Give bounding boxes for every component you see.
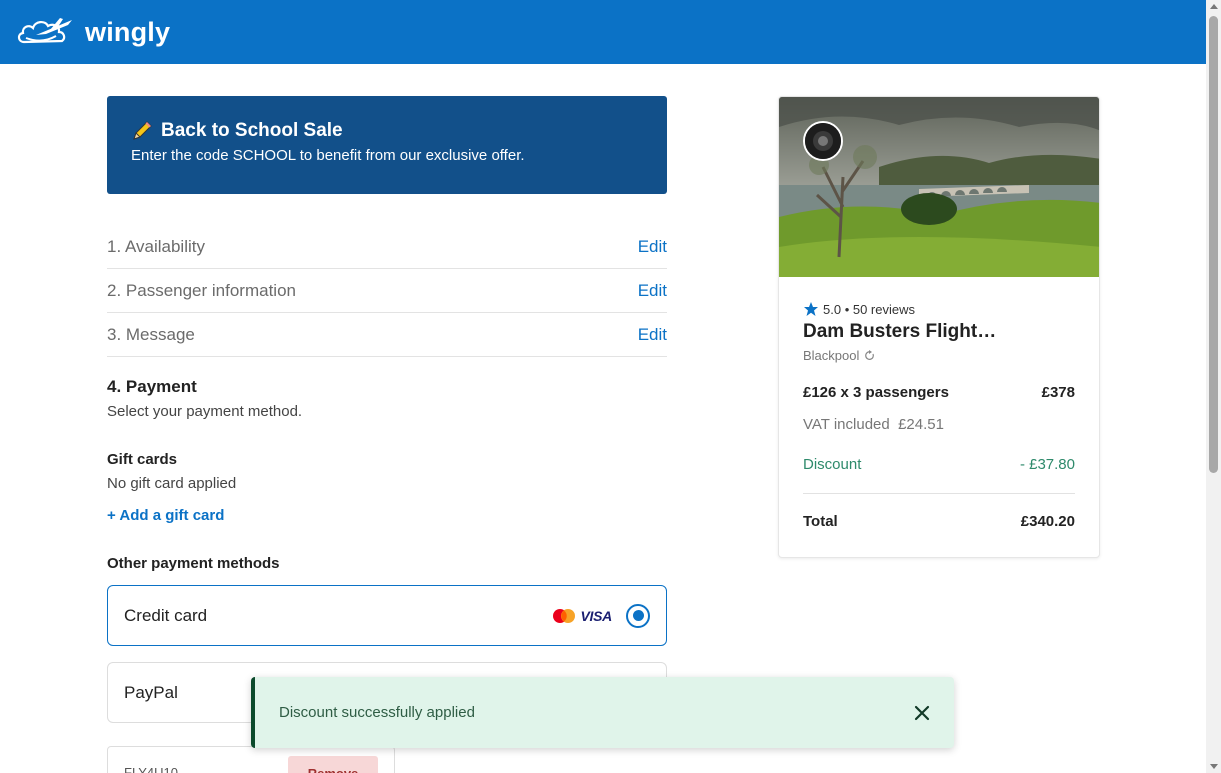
top-header: wingly xyxy=(0,0,1206,64)
pencil-icon xyxy=(133,121,152,140)
vat-line: VAT included £24.51 xyxy=(803,416,1075,433)
total-line: Total £340.20 xyxy=(803,513,1075,530)
edit-availability-link[interactable]: Edit xyxy=(638,237,667,257)
visa-logo: VISA xyxy=(580,607,613,624)
promo-text: Enter the code SCHOOL to benefit from ou… xyxy=(131,147,525,164)
price-line-label: £126 x 3 passengers xyxy=(803,384,949,401)
close-icon[interactable] xyxy=(914,705,930,721)
remove-code-button[interactable]: Remove xyxy=(288,756,378,773)
step-message: 3. Message Edit xyxy=(107,313,667,357)
scroll-up-arrow-icon[interactable] xyxy=(1210,4,1218,9)
star-icon xyxy=(804,302,818,316)
discount-label: Discount xyxy=(803,456,862,473)
flight-location: Blackpool xyxy=(803,348,875,363)
other-payment-methods-title: Other payment methods xyxy=(107,555,280,572)
step-label: 1. Availability xyxy=(107,236,205,256)
mastercard-icon xyxy=(552,608,575,623)
price-line-value: £378 xyxy=(1041,384,1075,401)
payment-subtitle: Select your payment method. xyxy=(107,403,303,420)
toast-message: Discount successfully applied xyxy=(279,704,475,721)
total-label: Total xyxy=(803,513,838,530)
payment-title: 4. Payment xyxy=(107,377,197,396)
gift-cards-title: Gift cards xyxy=(107,451,178,468)
location-label: Blackpool xyxy=(803,348,860,363)
success-toast: Discount successfully applied xyxy=(251,677,954,748)
scrollbar-thumb[interactable] xyxy=(1209,16,1218,473)
method-label: Credit card xyxy=(124,605,208,625)
promo-title: Back to School Sale xyxy=(161,120,343,141)
vat-label: VAT included xyxy=(803,416,890,433)
scroll-down-arrow-icon[interactable] xyxy=(1210,764,1218,769)
edit-message-link[interactable]: Edit xyxy=(638,325,667,345)
plane-cloud-logo[interactable] xyxy=(16,14,76,50)
card-logos: VISA xyxy=(552,608,612,624)
reviews-count[interactable]: 50 reviews xyxy=(853,302,915,317)
gift-cards-status: No gift card applied xyxy=(107,475,237,492)
credit-card-radio[interactable] xyxy=(626,603,650,628)
promo-banner: Back to School Sale Enter the code SCHOO… xyxy=(107,96,667,194)
vat-value: £24.51 xyxy=(898,416,944,433)
discount-line: Discount - £37.80 xyxy=(803,456,1075,473)
brand-name[interactable]: wingly xyxy=(85,17,170,48)
pilot-avatar[interactable] xyxy=(803,121,843,161)
add-gift-card-link[interactable]: + Add a gift card xyxy=(107,507,224,524)
page-scrollbar[interactable] xyxy=(1206,0,1221,773)
rating-value: 5.0 xyxy=(823,301,842,317)
step-label: 2. Passenger information xyxy=(107,280,296,300)
summary-divider xyxy=(803,493,1075,494)
total-value: £340.20 xyxy=(1020,513,1075,530)
discount-value: - £37.80 xyxy=(1019,456,1075,473)
price-line: £126 x 3 passengers £378 xyxy=(803,384,1075,401)
step-availability: 1. Availability Edit xyxy=(107,225,667,269)
step-label: 3. Message xyxy=(107,324,195,344)
edit-passenger-link[interactable]: Edit xyxy=(638,281,667,301)
booking-summary-card: 5.0 • 50 reviews Dam Busters Flight… Bla… xyxy=(778,96,1100,558)
flight-title[interactable]: Dam Busters Flight… xyxy=(803,321,996,343)
rating: 5.0 • 50 reviews xyxy=(803,301,915,317)
step-passenger-information: 2. Passenger information Edit xyxy=(107,269,667,313)
round-trip-icon xyxy=(865,350,875,360)
credit-card-option[interactable]: Credit card VISA xyxy=(107,585,667,646)
